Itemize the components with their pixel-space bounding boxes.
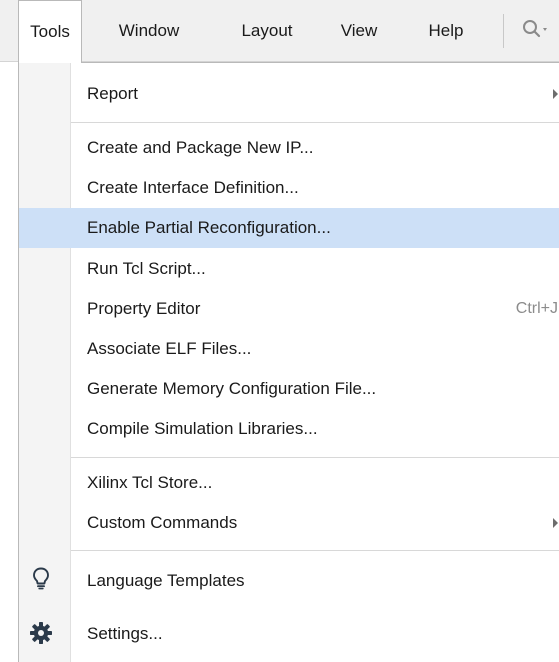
menu-item-shortcut: Ctrl+J [515, 300, 558, 317]
menu-item-label: Compile Simulation Libraries... [87, 419, 318, 438]
menubar-help[interactable]: Help [411, 0, 481, 62]
menu-item-compile-simulation-libraries[interactable]: Compile Simulation Libraries... [71, 409, 559, 449]
gear-icon [30, 622, 52, 644]
menubar-view[interactable]: View [329, 0, 389, 62]
menu-item-label: Create and Package New IP... [87, 138, 314, 157]
menu-item-associate-elf-files[interactable]: Associate ELF Files... [71, 329, 559, 369]
menu-item-generate-memory-configuration-file[interactable]: Generate Memory Configuration File... [71, 369, 559, 409]
menu-item-report[interactable]: Report [71, 74, 559, 114]
menu-item-label: Associate ELF Files... [87, 339, 252, 358]
menu-item-language-templates[interactable]: Language Templates [71, 561, 559, 601]
menu-item-run-tcl-script[interactable]: Run Tcl Script... [71, 249, 559, 289]
menu-item-create-interface-definition[interactable]: Create Interface Definition... [71, 168, 559, 208]
tools-menu: Report Create and Package New IP... Crea… [18, 62, 559, 662]
search-icon [523, 20, 547, 38]
menu-item-xilinx-tcl-store[interactable]: Xilinx Tcl Store... [71, 463, 559, 503]
menu-item-label: Run Tcl Script... [87, 259, 206, 278]
menu-item-property-editor[interactable]: Property Editor Ctrl+J [71, 289, 559, 329]
menu-item-label: Language Templates [87, 571, 245, 590]
menubar-window[interactable]: Window [104, 0, 194, 62]
menu-item-label: Report [87, 84, 139, 103]
menu-item-custom-commands[interactable]: Custom Commands [71, 503, 559, 543]
submenu-arrow-icon [553, 518, 558, 528]
menu-item-create-package-ip[interactable]: Create and Package New IP... [71, 128, 559, 168]
menu-item-label: Create Interface Definition... [87, 178, 299, 197]
menu-separator [71, 122, 559, 123]
menubar: Tools Window Layout View Help [0, 0, 559, 63]
menubar-tools[interactable]: Tools [18, 0, 82, 63]
menu-item-label: Settings... [87, 624, 163, 643]
quick-access-search[interactable] [510, 12, 559, 50]
menu-item-settings[interactable]: Settings... [71, 614, 559, 654]
menu-separator [71, 457, 559, 458]
menu-item-label: Custom Commands [87, 513, 238, 532]
menu-item-label: Property Editor [87, 299, 201, 318]
menubar-separator [503, 14, 504, 48]
menu-separator [71, 550, 559, 551]
menu-item-label: Generate Memory Configuration File... [87, 379, 377, 398]
lightbulb-icon [33, 567, 49, 590]
menu-item-label: Enable Partial Reconfiguration... [87, 218, 331, 237]
screen: Tools Window Layout View Help Report Cre… [0, 0, 559, 662]
menu-item-enable-partial-reconfiguration[interactable]: Enable Partial Reconfiguration... [19, 208, 559, 248]
menubar-layout[interactable]: Layout [226, 0, 308, 62]
submenu-arrow-icon [553, 89, 558, 99]
menu-item-label: Xilinx Tcl Store... [87, 473, 213, 492]
